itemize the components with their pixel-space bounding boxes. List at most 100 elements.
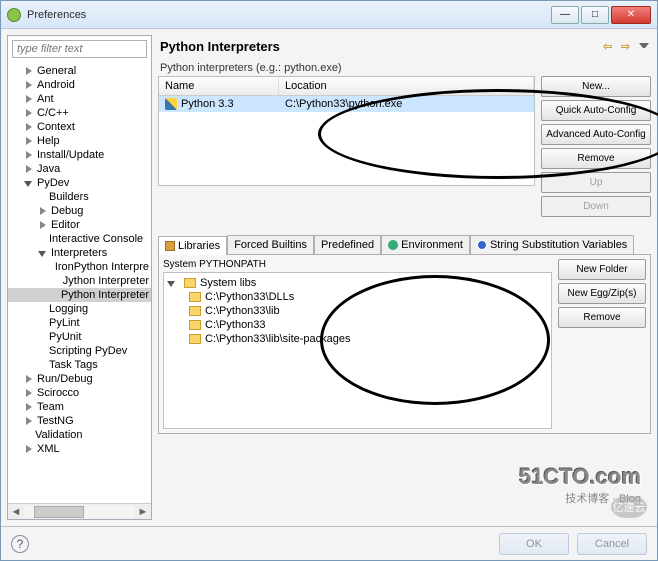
tree-item-debug[interactable]: Debug	[8, 204, 151, 218]
remove-button[interactable]: Remove	[541, 148, 651, 169]
expand-icon[interactable]	[24, 94, 35, 105]
tree-item-context[interactable]: Context	[8, 120, 151, 134]
menu-dropdown-icon[interactable]	[639, 43, 649, 53]
interpreter-buttons: New... Quick Auto-Config Advanced Auto-C…	[541, 76, 651, 217]
scroll-right-icon[interactable]: ►	[135, 506, 151, 518]
col-name[interactable]: Name	[159, 77, 279, 95]
expand-icon[interactable]	[24, 402, 35, 413]
collapse-icon[interactable]	[24, 178, 35, 189]
scroll-left-icon[interactable]: ◄	[8, 506, 24, 518]
tree-item-label: PyLint	[49, 317, 80, 329]
lib-path-item[interactable]: C:\Python33\DLLs	[167, 290, 548, 304]
tree-item-interpreters[interactable]: Interpreters	[8, 246, 151, 260]
tab-bar: Libraries Forced Builtins Predefined Env…	[158, 235, 651, 254]
expand-icon[interactable]	[24, 388, 35, 399]
tree-item-label: Context	[37, 121, 75, 133]
tree-item-general[interactable]: General	[8, 64, 151, 78]
table-row[interactable]: Python 3.3 C:\Python33\python.exe	[159, 96, 534, 112]
tree-item-team[interactable]: Team	[8, 400, 151, 414]
expand-icon[interactable]	[24, 122, 35, 133]
tree-item-label: Debug	[51, 205, 83, 217]
tree-item-ant[interactable]: Ant	[8, 92, 151, 106]
lib-path-item[interactable]: C:\Python33	[167, 318, 548, 332]
body: GeneralAndroidAntC/C++ContextHelpInstall…	[1, 29, 657, 526]
tree-item-python-interpreter[interactable]: Python Interpreter	[8, 288, 151, 302]
collapse-icon[interactable]	[167, 278, 178, 289]
expand-icon[interactable]	[24, 164, 35, 175]
tab-forced-builtins[interactable]: Forced Builtins	[227, 235, 314, 254]
tab-libraries[interactable]: Libraries	[158, 236, 227, 255]
quick-auto-config-button[interactable]: Quick Auto-Config	[541, 100, 651, 121]
new-button[interactable]: New...	[541, 76, 651, 97]
table-header: Name Location	[159, 77, 534, 96]
expand-icon[interactable]	[24, 66, 35, 77]
folder-icon	[189, 334, 201, 344]
expand-icon[interactable]	[24, 150, 35, 161]
tree-item-pylint[interactable]: PyLint	[8, 316, 151, 330]
expand-icon[interactable]	[24, 374, 35, 385]
app-icon	[7, 8, 21, 22]
close-button[interactable]: ✕	[611, 6, 651, 24]
maximize-button[interactable]: □	[581, 6, 609, 24]
tree-item-validation[interactable]: Validation	[8, 428, 151, 442]
scroll-track[interactable]	[24, 506, 135, 518]
help-icon[interactable]: ?	[11, 535, 29, 553]
cancel-button[interactable]: Cancel	[577, 533, 647, 555]
tree-item-logging[interactable]: Logging	[8, 302, 151, 316]
expand-icon[interactable]	[38, 206, 49, 217]
tree-item-run-debug[interactable]: Run/Debug	[8, 372, 151, 386]
cell-name: Python 3.3	[165, 98, 285, 110]
ok-button[interactable]: OK	[499, 533, 569, 555]
back-icon[interactable]: ⇦	[603, 40, 617, 54]
collapse-icon[interactable]	[38, 248, 49, 259]
tab-string-substitution[interactable]: String Substitution Variables	[470, 235, 634, 254]
lib-path-item[interactable]: C:\Python33\lib\site-packages	[167, 332, 548, 346]
expand-icon[interactable]	[24, 108, 35, 119]
tree-item-jython-interpreter[interactable]: Jython Interpreter	[8, 274, 151, 288]
expand-icon[interactable]	[24, 416, 35, 427]
filter-input[interactable]	[12, 40, 147, 58]
advanced-auto-config-button[interactable]: Advanced Auto-Config	[541, 124, 651, 145]
tree-item-task-tags[interactable]: Task Tags	[8, 358, 151, 372]
tree-item-label: PyUnit	[49, 331, 81, 343]
expand-icon[interactable]	[24, 80, 35, 91]
lib-path-item[interactable]: C:\Python33\lib	[167, 304, 548, 318]
tree-item-ironpython-interpre[interactable]: IronPython Interpre	[8, 260, 151, 274]
tree-item-scirocco[interactable]: Scirocco	[8, 386, 151, 400]
tree-item-builders[interactable]: Builders	[8, 190, 151, 204]
forward-icon[interactable]: ⇨	[621, 40, 635, 54]
tree-item-java[interactable]: Java	[8, 162, 151, 176]
tree-item-testng[interactable]: TestNG	[8, 414, 151, 428]
tree-item-help[interactable]: Help	[8, 134, 151, 148]
interpreters-table[interactable]: Name Location Python 3.3 C:\Python33\pyt…	[158, 76, 535, 186]
col-location[interactable]: Location	[279, 77, 534, 95]
tab-predefined[interactable]: Predefined	[314, 235, 381, 254]
lib-tree-root[interactable]: System libs	[167, 276, 548, 290]
minimize-button[interactable]: —	[551, 6, 579, 24]
lib-path-label: C:\Python33\DLLs	[205, 291, 294, 303]
tree-item-c-c-[interactable]: C/C++	[8, 106, 151, 120]
folder-icon	[189, 320, 201, 330]
tree-item-pydev[interactable]: PyDev	[8, 176, 151, 190]
expand-icon[interactable]	[38, 220, 49, 231]
new-folder-button[interactable]: New Folder	[558, 259, 646, 280]
tree-item-pyunit[interactable]: PyUnit	[8, 330, 151, 344]
expand-icon[interactable]	[24, 136, 35, 147]
lib-remove-button[interactable]: Remove	[558, 307, 646, 328]
scroll-thumb[interactable]	[34, 506, 84, 518]
expand-icon[interactable]	[24, 444, 35, 455]
titlebar: Preferences — □ ✕	[1, 1, 657, 29]
tree-item-editor[interactable]: Editor	[8, 218, 151, 232]
sidebar-hscroll[interactable]: ◄ ►	[8, 503, 151, 519]
tree-item-interactive-console[interactable]: Interactive Console	[8, 232, 151, 246]
new-egg-button[interactable]: New Egg/Zip(s)	[558, 283, 646, 304]
down-button[interactable]: Down	[541, 196, 651, 217]
up-button[interactable]: Up	[541, 172, 651, 193]
tree-item-android[interactable]: Android	[8, 78, 151, 92]
category-tree[interactable]: GeneralAndroidAntC/C++ContextHelpInstall…	[8, 62, 151, 503]
tab-environment[interactable]: Environment	[381, 235, 470, 254]
tree-item-xml[interactable]: XML	[8, 442, 151, 456]
tree-item-install-update[interactable]: Install/Update	[8, 148, 151, 162]
pythonpath-tree[interactable]: System libs C:\Python33\DLLsC:\Python33\…	[163, 272, 552, 429]
tree-item-scripting-pydev[interactable]: Scripting PyDev	[8, 344, 151, 358]
